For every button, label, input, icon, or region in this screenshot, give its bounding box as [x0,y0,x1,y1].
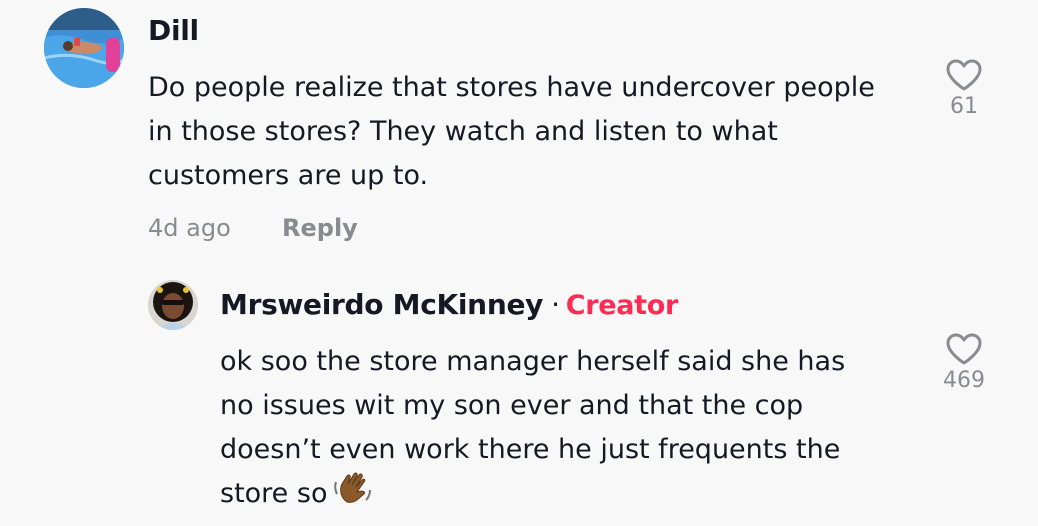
reply-text-last-line: store so [220,472,373,522]
like-count: 469 [943,368,985,393]
user-avatar[interactable] [148,280,198,330]
like-button[interactable]: 61 [934,58,994,119]
heart-icon [946,333,982,365]
pool-photo-avatar [44,8,124,88]
portrait-photo-avatar [148,280,198,330]
reply-text-line: no issues wit my son ever and that the c… [220,390,804,421]
heart-icon [946,59,982,91]
reply-text-line: store so [220,478,328,509]
comment-timestamp: 4d ago [148,214,231,242]
creator-badge: Creator [565,290,679,321]
comment-username[interactable]: Dill [148,14,199,47]
reply-item: Mrsweirdo McKinney · Creator ok soo the st… [0,260,1038,526]
reply-username-row: Mrsweirdo McKinney · Creator [220,288,678,321]
like-count: 61 [950,94,978,119]
comment-item: Dill Do people realize that stores have … [0,0,1038,260]
like-button[interactable]: 469 [934,332,994,393]
comment-text-line: customers are up to. [148,160,429,191]
reply-username[interactable]: Mrsweirdo McKinney [220,288,543,321]
waving-hand-emoji [333,472,373,522]
reply-text-line: ok soo the store manager herself said sh… [220,346,846,377]
comment-text-line: in those stores? They watch and listen t… [148,116,778,147]
reply-text-line: doesn’t even work there he just frequent… [220,434,841,465]
separator-dot: · [551,288,560,321]
comment-text-line: Do people realize that stores have under… [148,72,875,103]
reply-button[interactable]: Reply [282,214,358,242]
user-avatar[interactable] [44,8,124,88]
